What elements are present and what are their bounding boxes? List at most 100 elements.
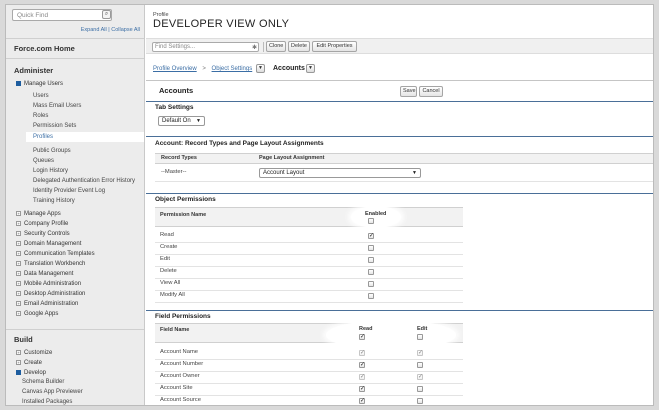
sidebar-item-mass-email-users[interactable]: Mass Email Users [33,103,81,109]
save-button[interactable]: Save [400,86,417,97]
plus-icon[interactable]: + [16,231,21,236]
collapse-all-link[interactable]: Collapse All [111,27,140,33]
sidebar-section-label: Manage Apps [24,211,61,218]
field-name: Account Owner [160,373,200,379]
sidebar-item-users[interactable]: Users [33,93,49,99]
page-title: DEVELOPER VIEW ONLY [153,18,290,30]
permission-checkbox[interactable] [368,281,374,287]
sidebar-section-company-profile[interactable]: + Company Profile [16,221,68,227]
breadcrumb-separator: > [202,66,206,72]
row-divider [155,290,463,291]
plus-icon[interactable]: + [16,271,21,276]
plus-icon[interactable]: + [16,311,21,316]
row-divider [155,242,463,243]
sidebar-build-create[interactable]: + Create [16,360,42,366]
profile-overview-link[interactable]: Profile Overview [153,66,197,72]
object-settings-link[interactable]: Object Settings [212,66,253,72]
sidebar-item-profiles[interactable]: Profiles [26,132,144,142]
permission-checkbox[interactable] [368,245,374,251]
clone-button[interactable]: Clone [266,41,286,52]
permission-checkbox[interactable] [368,257,374,263]
permission-name: Modify All [160,292,185,298]
sidebar-section-security-controls[interactable]: + Security Controls [16,231,70,237]
sidebar-item-canvas-app-previewer[interactable]: Canvas App Previewer [22,389,83,395]
build-heading: Build [14,335,33,344]
col-permission-name: Permission Name [160,212,207,218]
field-read-checkbox[interactable]: ✓ [359,386,365,392]
col-read: Read [359,326,373,332]
minus-icon[interactable] [16,81,21,86]
sidebar-section-label: Domain Management [24,241,82,248]
clear-icon[interactable]: ✱ [252,44,257,51]
plus-icon[interactable]: + [16,261,21,266]
sidebar-section-data-management[interactable]: + Data Management [16,271,73,277]
plus-icon[interactable]: + [16,350,21,355]
col-field-name: Field Name [160,327,190,333]
section-rule [146,310,653,311]
edit-all-checkbox[interactable] [417,334,423,340]
manage-users-node[interactable]: Manage Users [16,81,63,87]
read-all-checkbox[interactable]: ✓ [359,334,365,340]
delete-button[interactable]: Delete [288,41,310,52]
plus-icon[interactable]: + [16,291,21,296]
sidebar-section-translation-workbench[interactable]: + Translation Workbench [16,261,85,267]
plus-icon[interactable]: + [16,211,21,216]
sidebar-build-customize[interactable]: + Customize [16,350,52,356]
field-edit-checkbox[interactable] [417,386,423,392]
sidebar-item-login-history[interactable]: Login History [33,168,68,174]
chevron-down-icon[interactable]: ▼ [256,64,265,73]
sidebar-section-domain-management[interactable]: + Domain Management [16,241,81,247]
edit-properties-button[interactable]: Edit Properties [312,41,357,52]
sidebar-item-training-history[interactable]: Training History [33,198,75,204]
chevron-down-icon: ▼ [412,170,417,176]
plus-icon[interactable]: + [16,360,21,365]
plus-icon[interactable]: + [16,281,21,286]
tab-settings-select[interactable]: Default On ▼ [158,116,205,126]
highlight-spot [326,320,456,350]
find-settings-input[interactable]: Find Settings... [152,42,259,52]
sidebar-section-desktop-administration[interactable]: + Desktop Administration [16,291,85,297]
plus-icon[interactable]: + [16,241,21,246]
plus-icon[interactable]: + [16,251,21,256]
permission-name: Read [160,232,174,238]
permission-checkbox[interactable]: ✓ [368,233,374,239]
sidebar-section-mobile-administration[interactable]: + Mobile Administration [16,281,81,287]
sidebar-item-public-groups[interactable]: Public Groups [33,148,71,154]
plus-icon[interactable]: + [16,221,21,226]
sidebar-item-installed-packages[interactable]: Installed Packages [22,399,72,405]
expand-all-link[interactable]: Expand All [81,27,107,33]
field-read-checkbox[interactable]: ✓ [359,362,365,368]
sidebar-section-email-administration[interactable]: + Email Administration [16,301,78,307]
force-home-link[interactable]: Force.com Home [14,44,75,53]
quick-find-input[interactable]: Quick Find [12,9,112,21]
plus-icon[interactable]: + [16,301,21,306]
sidebar-item-delegated-authentication-error-history[interactable]: Delegated Authentication Error History [33,178,135,184]
sidebar-item-permission-sets[interactable]: Permission Sets [33,123,76,129]
app-window: Quick Find ⌕ Expand All | Collapse All F… [5,4,654,406]
enabled-all-checkbox[interactable] [368,218,374,224]
sidebar-item-identity-provider-event-log[interactable]: Identity Provider Event Log [33,188,105,194]
sidebar-item-queues[interactable]: Queues [33,158,54,164]
minus-icon[interactable] [16,370,21,375]
sidebar-section-google-apps[interactable]: + Google Apps [16,311,58,317]
permission-checkbox[interactable] [368,269,374,275]
field-name: Account Source [160,397,201,403]
divider [6,58,144,59]
field-edit-checkbox[interactable] [417,362,423,368]
sidebar-build-develop[interactable]: Develop [16,370,46,376]
search-icon[interactable]: ⌕ [102,10,111,19]
field-read-checkbox[interactable]: ✓ [359,398,365,404]
page-layout-select[interactable]: Account Layout ▼ [259,168,421,178]
permission-checkbox[interactable] [368,293,374,299]
row-divider [155,359,463,360]
sidebar-item-roles[interactable]: Roles [33,113,48,119]
row-divider [155,395,463,396]
sidebar-item-schema-builder[interactable]: Schema Builder [22,379,64,385]
tab-settings-title: Tab Settings [155,104,194,111]
sidebar-section-manage-apps[interactable]: + Manage Apps [16,211,61,217]
field-edit-checkbox[interactable] [417,398,423,404]
sidebar-section-communication-templates[interactable]: + Communication Templates [16,251,95,257]
cancel-button[interactable]: Cancel [419,86,443,97]
chevron-down-icon[interactable]: ▼ [306,64,315,73]
sidebar-section-label: Desktop Administration [24,291,86,298]
